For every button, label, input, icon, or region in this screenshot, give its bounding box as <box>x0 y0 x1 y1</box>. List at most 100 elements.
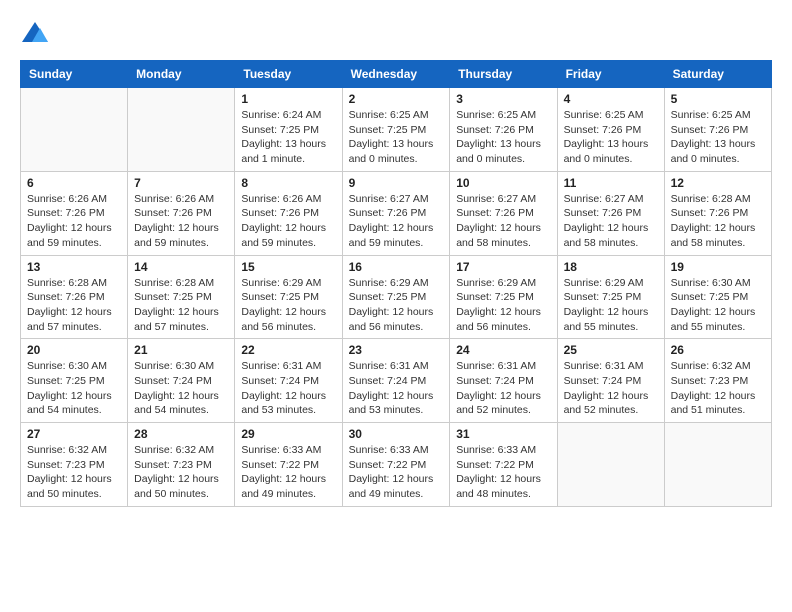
calendar-week-row: 20 Sunrise: 6:30 AM Sunset: 7:25 PM Dayli… <box>21 339 772 423</box>
day-info: Sunrise: 6:31 AM Sunset: 7:24 PM Dayligh… <box>349 359 444 418</box>
logo <box>20 20 54 50</box>
day-info: Sunrise: 6:26 AM Sunset: 7:26 PM Dayligh… <box>27 192 121 251</box>
calendar-week-row: 13Sunrise: 6:28 AM Sunset: 7:26 PM Dayli… <box>21 255 772 339</box>
calendar-cell: 16 Sunrise: 6:29 AM Sunset: 7:25 PM Dayli… <box>342 255 450 339</box>
calendar-cell: 8 Sunrise: 6:26 AM Sunset: 7:26 PM Daylig… <box>235 171 342 255</box>
calendar-cell: 21 Sunrise: 6:30 AM Sunset: 7:24 PM Dayli… <box>128 339 235 423</box>
day-number: 1 <box>241 92 335 106</box>
calendar-cell: 22 Sunrise: 6:31 AM Sunset: 7:24 PM Dayli… <box>235 339 342 423</box>
calendar-cell: 18 Sunrise: 6:29 AM Sunset: 7:25 PM Dayli… <box>557 255 664 339</box>
day-number: 9 <box>349 176 444 190</box>
day-number: 17 <box>456 260 550 274</box>
calendar-cell: 12Sunrise: 6:28 AM Sunset: 7:26 PM Dayli… <box>664 171 771 255</box>
calendar-table: SundayMondayTuesdayWednesdayThursdayFrid… <box>20 60 772 507</box>
calendar-cell: 13Sunrise: 6:28 AM Sunset: 7:26 PM Dayli… <box>21 255 128 339</box>
calendar-cell: 19Sunrise: 6:30 AM Sunset: 7:25 PM Dayli… <box>664 255 771 339</box>
calendar-cell: 3Sunrise: 6:25 AM Sunset: 7:26 PM Daylig… <box>450 88 557 172</box>
day-info: Sunrise: 6:28 AM Sunset: 7:26 PM Dayligh… <box>27 276 121 335</box>
day-info: Sunrise: 6:25 AM Sunset: 7:26 PM Dayligh… <box>456 108 550 167</box>
day-number: 10 <box>456 176 550 190</box>
day-info: Sunrise: 6:32 AM Sunset: 7:23 PM Dayligh… <box>27 443 121 502</box>
weekday-header: Thursday <box>450 61 557 88</box>
day-number: 26 <box>671 343 765 357</box>
day-number: 16 <box>349 260 444 274</box>
day-info: Sunrise: 6:31 AM Sunset: 7:24 PM Dayligh… <box>564 359 658 418</box>
day-info: Sunrise: 6:30 AM Sunset: 7:25 PM Dayligh… <box>27 359 121 418</box>
day-number: 18 <box>564 260 658 274</box>
calendar-week-row: 1 Sunrise: 6:24 AM Sunset: 7:25 PM Daylig… <box>21 88 772 172</box>
day-number: 6 <box>27 176 121 190</box>
day-number: 7 <box>134 176 228 190</box>
day-number: 23 <box>349 343 444 357</box>
calendar-cell: 23 Sunrise: 6:31 AM Sunset: 7:24 PM Dayli… <box>342 339 450 423</box>
day-number: 28 <box>134 427 228 441</box>
calendar-cell: 17 Sunrise: 6:29 AM Sunset: 7:25 PM Dayli… <box>450 255 557 339</box>
calendar-cell: 28 Sunrise: 6:32 AM Sunset: 7:23 PM Dayli… <box>128 423 235 507</box>
day-info: Sunrise: 6:29 AM Sunset: 7:25 PM Dayligh… <box>564 276 658 335</box>
day-info: Sunrise: 6:26 AM Sunset: 7:26 PM Dayligh… <box>134 192 228 251</box>
day-info: Sunrise: 6:25 AM Sunset: 7:26 PM Dayligh… <box>564 108 658 167</box>
calendar-cell <box>128 88 235 172</box>
calendar-cell: 11Sunrise: 6:27 AM Sunset: 7:26 PM Dayli… <box>557 171 664 255</box>
day-number: 11 <box>564 176 658 190</box>
day-number: 24 <box>456 343 550 357</box>
day-number: 5 <box>671 92 765 106</box>
day-number: 12 <box>671 176 765 190</box>
day-number: 21 <box>134 343 228 357</box>
day-number: 22 <box>241 343 335 357</box>
logo-icon <box>20 20 50 50</box>
day-info: Sunrise: 6:29 AM Sunset: 7:25 PM Dayligh… <box>456 276 550 335</box>
weekday-header: Monday <box>128 61 235 88</box>
day-number: 25 <box>564 343 658 357</box>
day-info: Sunrise: 6:27 AM Sunset: 7:26 PM Dayligh… <box>349 192 444 251</box>
day-number: 20 <box>27 343 121 357</box>
calendar-cell: 1 Sunrise: 6:24 AM Sunset: 7:25 PM Daylig… <box>235 88 342 172</box>
day-info: Sunrise: 6:25 AM Sunset: 7:25 PM Dayligh… <box>349 108 444 167</box>
day-info: Sunrise: 6:24 AM Sunset: 7:25 PM Dayligh… <box>241 108 335 167</box>
weekday-header: Saturday <box>664 61 771 88</box>
calendar-cell: 2 Sunrise: 6:25 AM Sunset: 7:25 PM Daylig… <box>342 88 450 172</box>
day-number: 14 <box>134 260 228 274</box>
calendar-cell: 31 Sunrise: 6:33 AM Sunset: 7:22 PM Dayli… <box>450 423 557 507</box>
day-number: 15 <box>241 260 335 274</box>
weekday-header-row: SundayMondayTuesdayWednesdayThursdayFrid… <box>21 61 772 88</box>
calendar-cell: 4 Sunrise: 6:25 AM Sunset: 7:26 PM Daylig… <box>557 88 664 172</box>
calendar-week-row: 6 Sunrise: 6:26 AM Sunset: 7:26 PM Daylig… <box>21 171 772 255</box>
day-info: Sunrise: 6:33 AM Sunset: 7:22 PM Dayligh… <box>349 443 444 502</box>
day-info: Sunrise: 6:31 AM Sunset: 7:24 PM Dayligh… <box>456 359 550 418</box>
calendar-cell <box>557 423 664 507</box>
day-info: Sunrise: 6:25 AM Sunset: 7:26 PM Dayligh… <box>671 108 765 167</box>
weekday-header: Friday <box>557 61 664 88</box>
day-info: Sunrise: 6:28 AM Sunset: 7:25 PM Dayligh… <box>134 276 228 335</box>
weekday-header: Sunday <box>21 61 128 88</box>
calendar-cell: 5 Sunrise: 6:25 AM Sunset: 7:26 PM Daylig… <box>664 88 771 172</box>
day-info: Sunrise: 6:29 AM Sunset: 7:25 PM Dayligh… <box>241 276 335 335</box>
calendar-cell: 30 Sunrise: 6:33 AM Sunset: 7:22 PM Dayli… <box>342 423 450 507</box>
day-info: Sunrise: 6:26 AM Sunset: 7:26 PM Dayligh… <box>241 192 335 251</box>
calendar-cell: 24 Sunrise: 6:31 AM Sunset: 7:24 PM Dayli… <box>450 339 557 423</box>
calendar-cell: 6 Sunrise: 6:26 AM Sunset: 7:26 PM Daylig… <box>21 171 128 255</box>
day-info: Sunrise: 6:32 AM Sunset: 7:23 PM Dayligh… <box>134 443 228 502</box>
calendar-cell: 29Sunrise: 6:33 AM Sunset: 7:22 PM Dayli… <box>235 423 342 507</box>
day-number: 31 <box>456 427 550 441</box>
day-info: Sunrise: 6:31 AM Sunset: 7:24 PM Dayligh… <box>241 359 335 418</box>
calendar-cell: 14 Sunrise: 6:28 AM Sunset: 7:25 PM Dayli… <box>128 255 235 339</box>
calendar-cell: 27Sunrise: 6:32 AM Sunset: 7:23 PM Dayli… <box>21 423 128 507</box>
day-info: Sunrise: 6:33 AM Sunset: 7:22 PM Dayligh… <box>241 443 335 502</box>
day-info: Sunrise: 6:30 AM Sunset: 7:25 PM Dayligh… <box>671 276 765 335</box>
calendar-cell: 20 Sunrise: 6:30 AM Sunset: 7:25 PM Dayli… <box>21 339 128 423</box>
day-info: Sunrise: 6:29 AM Sunset: 7:25 PM Dayligh… <box>349 276 444 335</box>
day-number: 8 <box>241 176 335 190</box>
day-info: Sunrise: 6:30 AM Sunset: 7:24 PM Dayligh… <box>134 359 228 418</box>
calendar-cell <box>664 423 771 507</box>
calendar-cell: 9 Sunrise: 6:27 AM Sunset: 7:26 PM Daylig… <box>342 171 450 255</box>
day-number: 4 <box>564 92 658 106</box>
calendar-cell: 10Sunrise: 6:27 AM Sunset: 7:26 PM Dayli… <box>450 171 557 255</box>
weekday-header: Tuesday <box>235 61 342 88</box>
day-info: Sunrise: 6:33 AM Sunset: 7:22 PM Dayligh… <box>456 443 550 502</box>
calendar-cell <box>21 88 128 172</box>
calendar-cell: 25 Sunrise: 6:31 AM Sunset: 7:24 PM Dayli… <box>557 339 664 423</box>
day-number: 2 <box>349 92 444 106</box>
page-header <box>20 20 772 50</box>
day-number: 30 <box>349 427 444 441</box>
